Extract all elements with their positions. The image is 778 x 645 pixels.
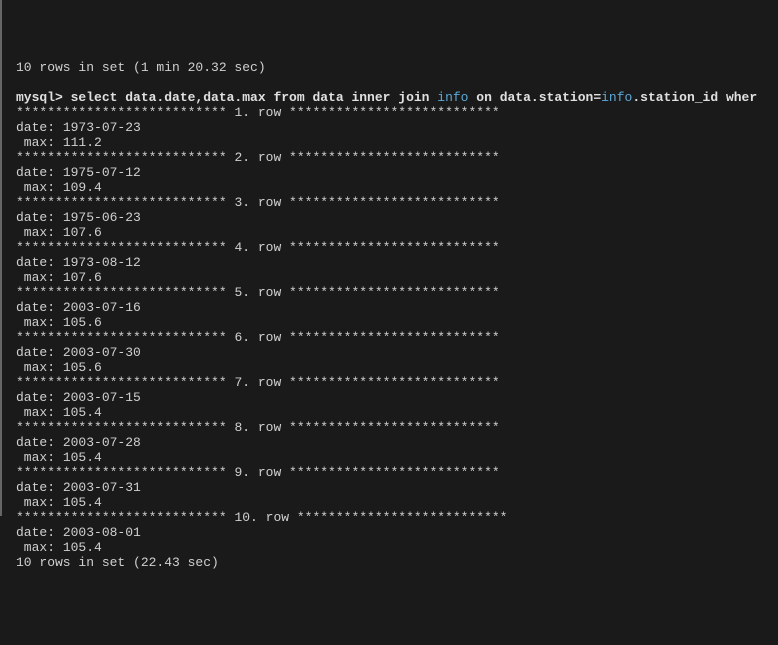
- row-max: max: 105.4: [16, 450, 102, 465]
- query-keyword-info: info: [601, 90, 632, 105]
- row-max: max: 105.6: [16, 360, 102, 375]
- mysql-prompt: mysql>: [16, 90, 71, 105]
- row-separator: *************************** 3. row *****…: [16, 195, 500, 210]
- row-max: max: 105.4: [16, 540, 102, 555]
- row-separator: *************************** 2. row *****…: [16, 150, 500, 165]
- row-separator: *************************** 1. row *****…: [16, 105, 500, 120]
- row-date: date: 2003-07-15: [16, 390, 141, 405]
- query-part: .station_id wher: [632, 90, 757, 105]
- prev-summary-line: 10 rows in set (1 min 20.32 sec): [16, 60, 266, 75]
- row-date: date: 2003-08-01: [16, 525, 141, 540]
- row-separator: *************************** 4. row *****…: [16, 240, 500, 255]
- row-max: max: 109.4: [16, 180, 102, 195]
- row-date: date: 1975-06-23: [16, 210, 141, 225]
- row-max: max: 107.6: [16, 270, 102, 285]
- row-separator: *************************** 8. row *****…: [16, 420, 500, 435]
- row-date: date: 2003-07-16: [16, 300, 141, 315]
- row-date: date: 1973-08-12: [16, 255, 141, 270]
- row-max: max: 105.4: [16, 405, 102, 420]
- row-max: max: 111.2: [16, 135, 102, 150]
- row-date: date: 2003-07-31: [16, 480, 141, 495]
- row-date: date: 1973-07-23: [16, 120, 141, 135]
- result-summary-line: 10 rows in set (22.43 sec): [16, 555, 219, 570]
- query-keyword-info: info: [437, 90, 468, 105]
- terminal-output[interactable]: 10 rows in set (1 min 20.32 sec) mysql> …: [2, 60, 778, 570]
- row-separator: *************************** 6. row *****…: [16, 330, 500, 345]
- row-date: date: 2003-07-30: [16, 345, 141, 360]
- row-max: max: 105.4: [16, 495, 102, 510]
- row-date: date: 2003-07-28: [16, 435, 141, 450]
- row-separator: *************************** 9. row *****…: [16, 465, 500, 480]
- row-separator: *************************** 7. row *****…: [16, 375, 500, 390]
- row-separator: *************************** 10. row ****…: [16, 510, 507, 525]
- query-part: on data.station=: [469, 90, 602, 105]
- row-max: max: 107.6: [16, 225, 102, 240]
- row-max: max: 105.6: [16, 315, 102, 330]
- row-separator: *************************** 5. row *****…: [16, 285, 500, 300]
- row-date: date: 1975-07-12: [16, 165, 141, 180]
- query-part: select data.date,data.max from data inne…: [71, 90, 438, 105]
